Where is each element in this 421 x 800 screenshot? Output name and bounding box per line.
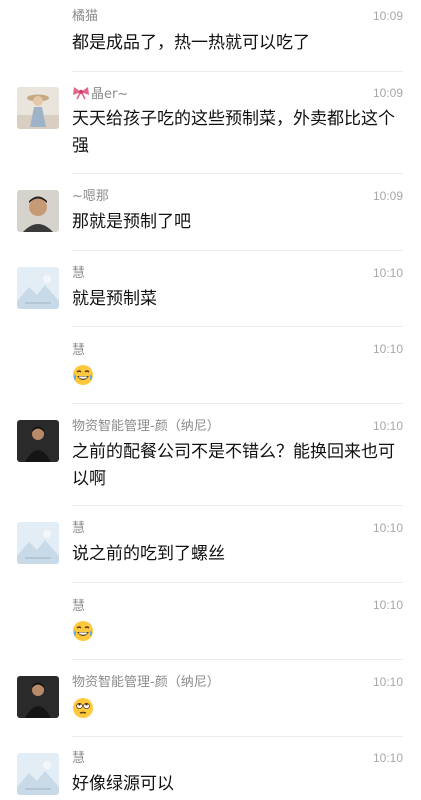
girl-photo-avatar-icon [17,87,59,129]
message-time: 10:10 [372,266,403,280]
message-divider [72,326,403,327]
ribbon-bow-icon [72,86,90,100]
sender-name[interactable]: 慧 [72,751,85,767]
avatar[interactable] [17,753,59,795]
message-text[interactable]: 那就是预制了吧 [72,209,407,236]
avatar[interactable] [17,190,59,232]
man-dark-photo-avatar-icon [17,676,59,718]
chat-message-list: 橘猫 10:09 都是成品了，热一热就可以吃了 晶er~ 10:09 天天给孩子… [0,0,421,800]
sender-name[interactable]: 橘猫 [72,9,98,25]
message-time: 10:09 [372,86,403,100]
message-divider [72,736,403,737]
message-content [72,697,407,728]
message-text[interactable]: 之前的配餐公司不是不错么？能换回来也可以啊 [72,439,407,493]
message-divider [72,505,403,506]
message-text[interactable]: 都是成品了，热一热就可以吃了 [72,30,407,57]
message-time: 10:10 [372,751,403,765]
avatar[interactable] [17,87,59,129]
message-divider [72,173,403,174]
message-text[interactable]: 天天给孩子吃的这些预制菜，外卖都比这个强 [72,106,407,160]
message-time: 10:09 [372,189,403,203]
message-text[interactable]: 说之前的吃到了螺丝 [72,541,407,568]
message-time: 10:10 [372,342,403,356]
laughing-tears-emoji-icon[interactable] [72,364,94,386]
avatar[interactable] [17,522,59,564]
message-time: 10:10 [372,675,403,689]
laughing-tears-emoji-icon[interactable] [72,620,94,642]
message-divider [72,403,403,404]
message-divider [72,71,403,72]
sender-name[interactable]: ~嗯那 [72,189,109,205]
message-divider [72,582,403,583]
message-content [72,364,407,395]
message-content [72,620,407,651]
sender-name[interactable]: 慧 [72,599,85,615]
avatar[interactable] [17,267,59,309]
message-time: 10:10 [372,598,403,612]
message-time: 10:09 [372,9,403,23]
message-divider [72,659,403,660]
sender-name[interactable]: 慧 [72,343,85,359]
message-text[interactable]: 好像绿源可以 [72,771,407,798]
man-dark-photo-avatar-icon [17,420,59,462]
avatar[interactable] [17,676,59,718]
message-text[interactable]: 就是预制菜 [72,286,407,313]
message-time: 10:10 [372,521,403,535]
man-photo-avatar-icon [17,190,59,232]
landscape-placeholder-avatar-icon [17,753,59,795]
sender-name[interactable]: 慧 [72,521,85,537]
sender-name[interactable]: 物资智能管理-颜（纳尼） [72,675,220,691]
landscape-placeholder-avatar-icon [17,267,59,309]
sender-name[interactable]: 物资智能管理-颜（纳尼） [72,419,220,435]
sender-name-label: 晶er~ [91,87,129,102]
sender-name[interactable]: 慧 [72,266,85,282]
message-time: 10:10 [372,419,403,433]
message-divider [72,250,403,251]
eye-roll-emoji-icon[interactable] [72,697,94,719]
sender-name[interactable]: 晶er~ [72,86,128,103]
landscape-placeholder-avatar-icon [17,522,59,564]
avatar[interactable] [17,420,59,462]
